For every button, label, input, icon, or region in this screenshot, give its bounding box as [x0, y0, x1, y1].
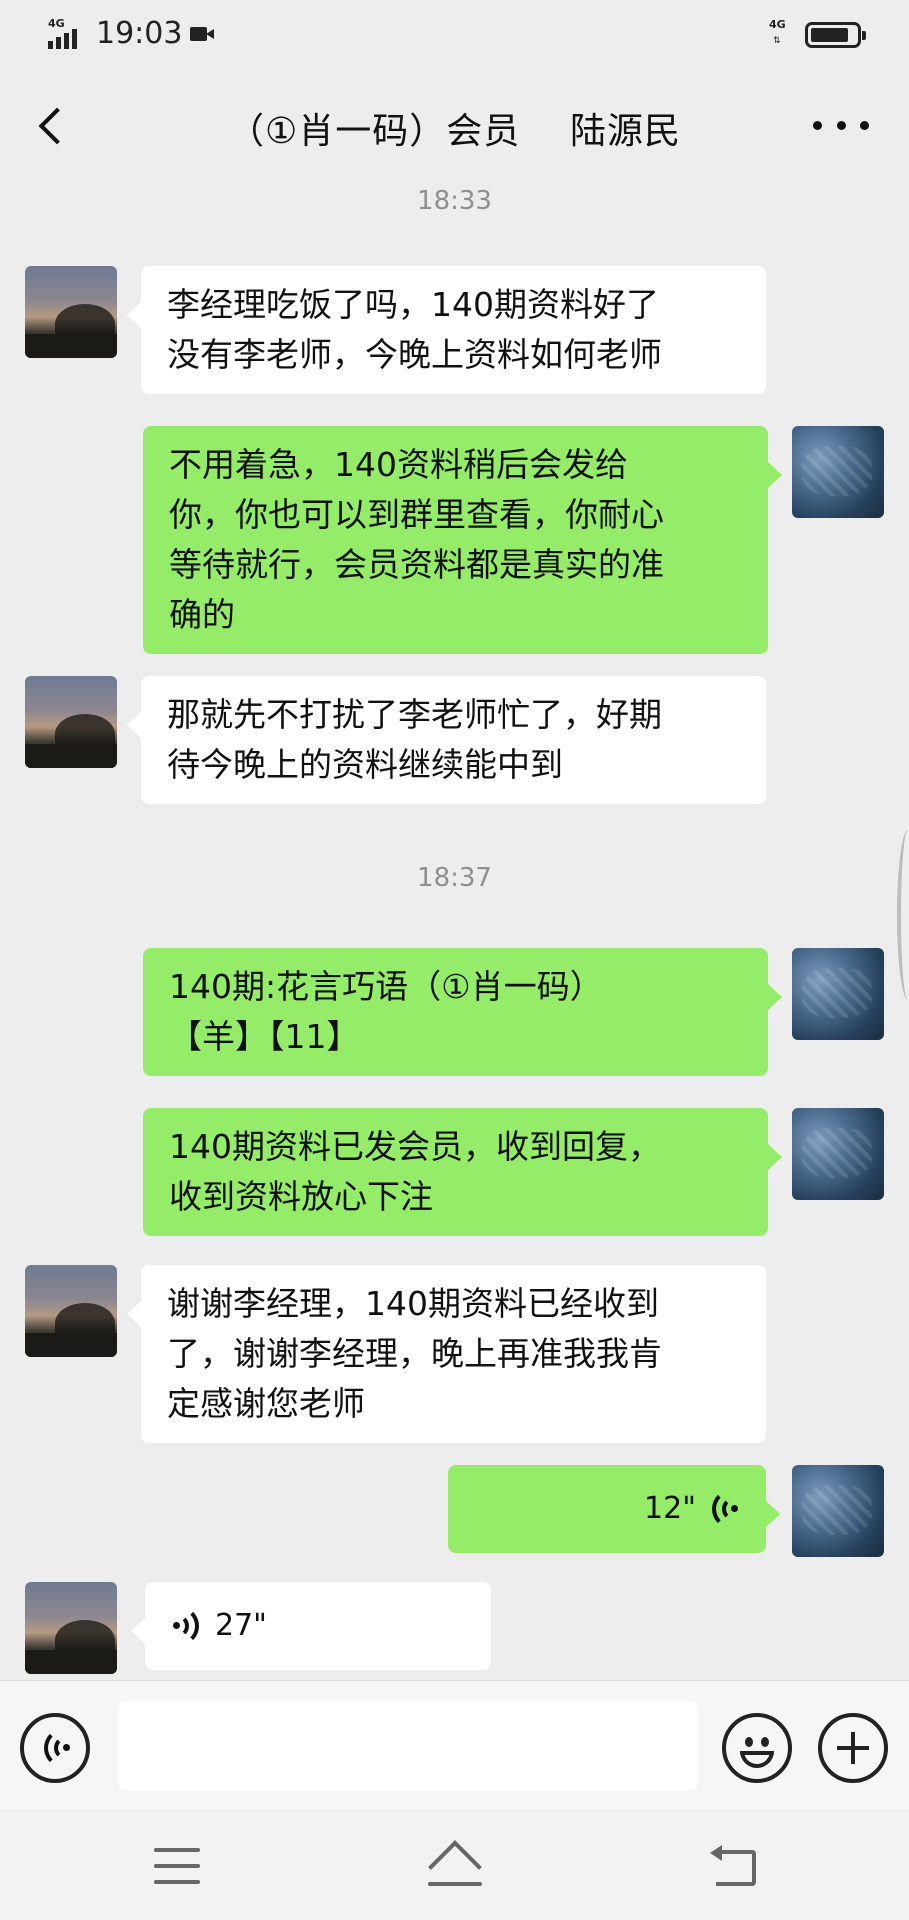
voice-wave-icon — [171, 1606, 201, 1646]
chat-title: （①肖一码）会员 陆源民 — [227, 111, 682, 152]
message-bubble-incoming[interactable]: 谢谢李经理，140期资料已经收到 了，谢谢李经理，晚上再准我我肯 定感谢您老师 — [127, 1265, 766, 1443]
message-line: 定感谢您老师 — [167, 1384, 365, 1423]
voice-duration: 12" — [644, 1491, 696, 1526]
message-line: 没有李老师，今晚上资料如何老师 — [167, 335, 662, 374]
emoji-button[interactable] — [722, 1713, 792, 1783]
contact-avatar[interactable] — [25, 1265, 117, 1357]
contact-avatar[interactable] — [25, 676, 117, 768]
voice-message-outgoing[interactable]: 12" — [448, 1465, 780, 1553]
message-line: 收到资料放心下注 — [169, 1177, 433, 1216]
message-line: 谢谢李经理，140期资料已经收到 — [167, 1284, 659, 1323]
chat-header: （①肖一码）会员 陆源民 — [0, 80, 909, 172]
system-navigation-bar — [0, 1812, 909, 1920]
system-back-button[interactable] — [708, 1844, 756, 1886]
message-bubble-incoming[interactable]: 那就先不打扰了李老师忙了，好期 待今晚上的资料继续能中到 — [127, 676, 766, 804]
my-avatar[interactable] — [792, 1465, 884, 1557]
network-type-right: 4G — [769, 18, 786, 31]
message-line: 了，谢谢李经理，晚上再准我我肯 — [167, 1334, 662, 1373]
status-right: 4G ⇅ — [769, 18, 866, 52]
message-line: 确的 — [169, 595, 235, 634]
my-avatar[interactable] — [792, 426, 884, 518]
message-bubble-outgoing[interactable]: 140期资料已发会员，收到回复， 收到资料放心下注 — [143, 1108, 782, 1236]
back-button[interactable] — [30, 100, 80, 150]
message-line: 待今晚上的资料继续能中到 — [167, 745, 563, 784]
message-bubble-outgoing[interactable]: 140期:花言巧语（①肖一码） 【羊】【11】 — [143, 948, 782, 1076]
message-bubble-incoming[interactable]: 李经理吃饭了吗，140期资料好了 没有李老师，今晚上资料如何老师 — [127, 266, 766, 394]
battery-icon — [805, 22, 866, 48]
timestamp: 18:33 — [417, 186, 492, 216]
message-bubble-outgoing[interactable]: 不用着急，140资料稍后会发给 你，你也可以到群里查看，你耐心 等待就行，会员资… — [143, 426, 782, 654]
message-line: 【羊】【11】 — [169, 1017, 360, 1056]
message-line: 不用着急，140资料稍后会发给 — [169, 445, 628, 484]
more-options-button[interactable] — [813, 110, 869, 140]
edge-swipe-handle[interactable] — [897, 830, 909, 1000]
home-button[interactable] — [426, 1842, 484, 1888]
my-avatar[interactable] — [792, 948, 884, 1040]
message-line: 你，你也可以到群里查看，你耐心 — [169, 495, 664, 534]
message-input[interactable] — [118, 1701, 698, 1791]
message-line: 等待就行，会员资料都是真实的准 — [169, 545, 664, 584]
voice-message-incoming[interactable]: 27" — [131, 1582, 491, 1670]
timestamp: 18:37 — [417, 863, 492, 893]
recent-apps-button[interactable] — [154, 1848, 200, 1884]
input-bar — [0, 1680, 909, 1810]
signal-icon: 4G — [48, 17, 90, 51]
status-time: 19:03 — [96, 16, 183, 51]
network-icon: 4G ⇅ — [769, 18, 786, 46]
message-line: 140期资料已发会员，收到回复， — [169, 1127, 661, 1166]
status-bar: 4G 19:03 4G ⇅ — [0, 0, 909, 72]
contact-avatar[interactable] — [25, 266, 117, 358]
contact-avatar[interactable] — [25, 1582, 117, 1674]
voice-wave-icon — [710, 1489, 740, 1529]
my-avatar[interactable] — [792, 1108, 884, 1200]
message-line: 那就先不打扰了李老师忙了，好期 — [167, 695, 662, 734]
more-functions-button[interactable] — [818, 1713, 888, 1783]
voice-input-toggle-button[interactable] — [20, 1713, 90, 1783]
battery-fill — [811, 28, 848, 42]
voice-duration: 27" — [215, 1608, 267, 1643]
video-camera-icon — [190, 25, 216, 43]
status-left: 4G 19:03 — [48, 16, 216, 51]
message-line: 李经理吃饭了吗，140期资料好了 — [167, 285, 659, 324]
message-line: 140期:花言巧语（①肖一码） — [169, 967, 603, 1006]
voice-icon — [42, 1728, 72, 1768]
